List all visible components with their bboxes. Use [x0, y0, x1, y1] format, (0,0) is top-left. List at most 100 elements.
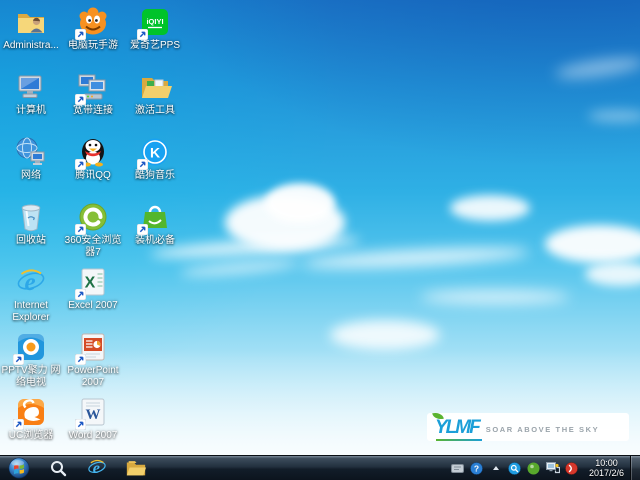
- desktop-icon-computer[interactable]: 计算机: [1, 68, 61, 133]
- powerpoint-2007-icon: [76, 330, 110, 364]
- desktop-icon-powerpoint[interactable]: PowerPoint 2007: [63, 328, 123, 393]
- desktop-icon-360-browser[interactable]: 360安全浏览器7: [63, 198, 123, 263]
- windows-explorer-button[interactable]: [124, 457, 148, 480]
- network-icon: [14, 135, 48, 169]
- antivirus-green-tray-icon[interactable]: [527, 461, 541, 475]
- cloud-decoration: [554, 54, 640, 82]
- administrator-folder-icon: [14, 5, 48, 39]
- activation-tools-icon: [138, 70, 172, 104]
- icon-label: 装机必备: [135, 235, 175, 247]
- recycle-bin-icon: [14, 200, 48, 234]
- word-2007-icon: W: [76, 395, 110, 429]
- icon-label: 计算机: [16, 105, 46, 117]
- computer-icon: [14, 70, 48, 104]
- icon-label: 激活工具: [135, 105, 175, 117]
- cloud-decoration: [450, 195, 530, 221]
- start-button[interactable]: [7, 457, 31, 480]
- desktop-icon-pc-game-center[interactable]: 电脑玩手游: [63, 3, 123, 68]
- kugou-music-icon: K: [138, 135, 172, 169]
- desktop-icon-iqiyi-pps[interactable]: iQIYI 爱奇艺PPS: [125, 3, 185, 68]
- icon-label: 360安全浏览器7: [63, 235, 123, 259]
- cloud-decoration: [330, 320, 440, 350]
- input-indicator-icon[interactable]: [451, 461, 465, 475]
- shortcut-arrow-icon: [137, 159, 148, 170]
- desktop-icon-administrator[interactable]: Administra...: [1, 3, 61, 68]
- 360-safe-browser-icon: [76, 200, 110, 234]
- icon-label: 爱奇艺PPS: [130, 40, 180, 52]
- desktop-icon-grid: Administra... 电脑玩手游 iQIYI 爱奇艺PPS 计算机: [1, 3, 185, 458]
- desktop-icon-recycle-bin[interactable]: 回收站: [1, 198, 61, 263]
- shortcut-arrow-icon: [75, 354, 86, 365]
- taskbar-left: e: [0, 457, 148, 480]
- pc-game-center-icon: [76, 5, 110, 39]
- excel-2007-icon: X: [76, 265, 110, 299]
- pptv-icon: [14, 330, 48, 364]
- desktop-icon-software-bundle[interactable]: 装机必备: [125, 198, 185, 263]
- desktop-icon-network[interactable]: 网络: [1, 133, 61, 198]
- search-360-tray-icon[interactable]: [508, 461, 522, 475]
- desktop-icon-qq[interactable]: 腾讯QQ: [63, 133, 123, 198]
- icon-label: Administra...: [3, 40, 59, 52]
- desktop-icon-pptv[interactable]: PPTV聚力 网络电视: [1, 328, 61, 393]
- shortcut-arrow-icon: [75, 224, 86, 235]
- shortcut-arrow-icon: [137, 224, 148, 235]
- icon-label: Word 2007: [69, 430, 118, 442]
- shortcut-arrow-icon: [13, 419, 24, 430]
- media-red-tray-icon[interactable]: [565, 461, 579, 475]
- system-tray: ?: [451, 461, 583, 475]
- internet-explorer-taskbar-button[interactable]: e: [85, 457, 109, 480]
- taskbar: e ?: [0, 455, 640, 480]
- svg-text:iQIYI: iQIYI: [146, 17, 163, 26]
- icon-label: 电脑玩手游: [68, 40, 118, 52]
- ylmf-logo: YLMF SOAR ABOVE THE SKY: [427, 413, 629, 441]
- svg-text:W: W: [86, 407, 101, 423]
- tencent-qq-icon: [76, 135, 110, 169]
- shortcut-arrow-icon: [137, 29, 148, 40]
- search-button[interactable]: [46, 457, 70, 480]
- icon-label: PowerPoint 2007: [63, 365, 123, 389]
- icon-label: Internet Explorer: [1, 300, 61, 324]
- icon-label: 腾讯QQ: [75, 170, 111, 182]
- show-hidden-icons-button[interactable]: [489, 461, 503, 475]
- desktop-icon-word[interactable]: W Word 2007: [63, 393, 123, 458]
- ylmf-brand-text: YLMF: [435, 418, 479, 437]
- cloud-decoration: [585, 262, 640, 286]
- shortcut-arrow-icon: [75, 289, 86, 300]
- cloud-decoration: [180, 257, 301, 279]
- shortcut-arrow-icon: [75, 419, 86, 430]
- iqiyi-pps-icon: iQIYI: [138, 5, 172, 39]
- desktop-icon-excel[interactable]: X Excel 2007: [63, 263, 123, 328]
- desktop-icon-broadband[interactable]: 宽带连接: [63, 68, 123, 133]
- software-bundle-bag-icon: [138, 200, 172, 234]
- ylmf-tagline: SOAR ABOVE THE SKY: [486, 421, 600, 434]
- desktop-icon-activation-tools[interactable]: 激活工具: [125, 68, 185, 133]
- desktop-icon-internet-explorer[interactable]: e Internet Explorer: [1, 263, 61, 328]
- cloud-decoration: [588, 110, 640, 122]
- network-tray-icon[interactable]: [546, 461, 560, 475]
- shortcut-arrow-icon: [75, 29, 86, 40]
- cloud-decoration: [420, 290, 570, 304]
- svg-text:?: ?: [474, 463, 479, 473]
- cloud-decoration: [300, 244, 531, 272]
- cloud-decoration: [265, 183, 335, 223]
- help-tray-icon[interactable]: ?: [470, 461, 484, 475]
- broadband-connection-icon: [76, 70, 110, 104]
- icon-label: PPTV聚力 网络电视: [1, 365, 61, 389]
- icon-label: 网络: [21, 170, 41, 182]
- desktop-icon-uc-browser[interactable]: UC浏览器: [1, 393, 61, 458]
- icon-label: 宽带连接: [73, 105, 113, 117]
- shortcut-arrow-icon: [75, 159, 86, 170]
- clock-date: 2017/2/6: [589, 468, 624, 478]
- icon-label: UC浏览器: [9, 430, 53, 442]
- icon-label: Excel 2007: [68, 300, 117, 312]
- svg-text:X: X: [85, 275, 96, 292]
- show-desktop-button[interactable]: [630, 456, 640, 480]
- icon-label: 酷狗音乐: [135, 170, 175, 182]
- clock-time: 10:00: [595, 458, 618, 468]
- desktop-icon-kugou[interactable]: K 酷狗音乐: [125, 133, 185, 198]
- svg-text:K: K: [150, 145, 160, 161]
- internet-explorer-icon: e: [14, 265, 48, 299]
- shortcut-arrow-icon: [75, 94, 86, 105]
- shortcut-arrow-icon: [13, 354, 24, 365]
- taskbar-clock[interactable]: 10:00 2017/2/6: [583, 458, 630, 478]
